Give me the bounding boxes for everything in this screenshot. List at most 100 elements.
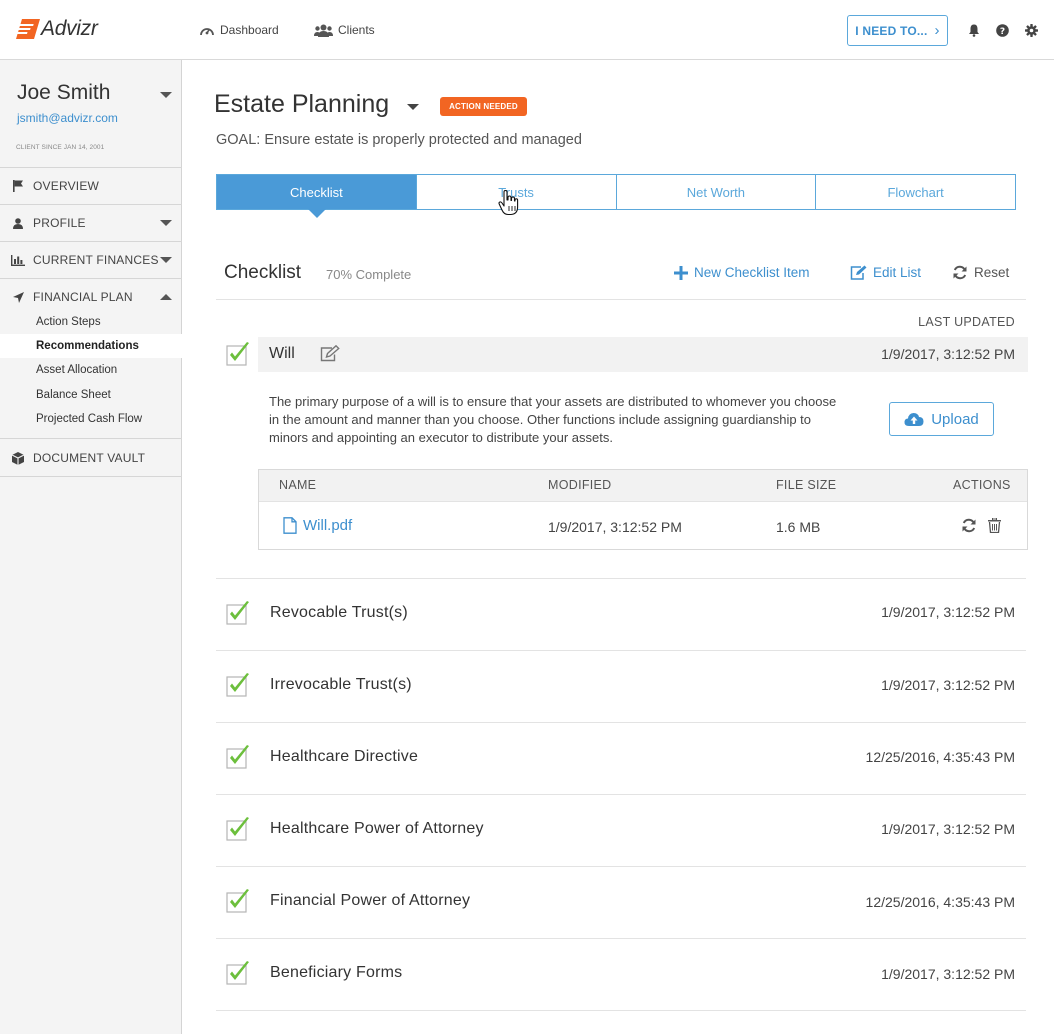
sidebar-item-label: CURRENT FINANCES	[33, 253, 159, 267]
plus-icon	[674, 265, 688, 280]
goal-text: GOAL: Ensure estate is properly protecte…	[216, 132, 582, 148]
refresh-icon	[953, 265, 967, 280]
cube-icon	[11, 451, 25, 465]
flag-icon	[11, 179, 25, 193]
column-header-modified[interactable]: MODIFIED	[548, 478, 612, 492]
column-header-name[interactable]: NAME	[279, 478, 316, 492]
tab-flowchart[interactable]: Flowchart	[816, 175, 1015, 209]
checkmark-icon[interactable]	[226, 745, 250, 769]
help-icon[interactable]: ?	[995, 23, 1009, 37]
checkmark-icon[interactable]	[226, 601, 250, 625]
files-table: NAME MODIFIED FILE SIZE ACTIONS Will.pdf…	[258, 469, 1028, 550]
nav-clients-label: Clients	[338, 23, 375, 37]
checklist-item-name: Healthcare Directive	[270, 748, 419, 765]
client-since: CLIENT SINCE JAN 14, 2001	[16, 144, 105, 151]
checklist-item-date: 12/25/2016, 4:35:43 PM	[865, 749, 1015, 765]
checklist-item-name: Beneficiary Forms	[270, 964, 403, 981]
sidebar-item-profile[interactable]: PROFILE	[0, 205, 182, 241]
checkmark-icon[interactable]	[226, 342, 250, 366]
cloud-upload-icon	[904, 412, 924, 426]
reset-label: Reset	[974, 265, 1010, 280]
file-size: 1.6 MB	[776, 519, 821, 535]
checkmark-icon[interactable]	[226, 817, 250, 841]
checklist-item-date: 1/9/2017, 3:12:52 PM	[881, 966, 1015, 982]
chevron-down-icon	[160, 257, 172, 263]
app-logo[interactable]: Advizr	[16, 17, 98, 41]
i-need-to-button[interactable]: I NEED TO... ›	[847, 15, 948, 46]
sidebar-subitem-action-steps[interactable]: Action Steps	[0, 310, 182, 334]
divider	[216, 794, 1026, 795]
sidebar-subitem-balance-sheet[interactable]: Balance Sheet	[0, 383, 182, 407]
sidebar-item-label: OVERVIEW	[33, 179, 100, 193]
top-bar: Advizr Dashboard Clients I NEED TO... › …	[0, 0, 1054, 60]
sidebar-item-label: FINANCIAL PLAN	[33, 290, 133, 304]
logo-text: Advizr	[41, 17, 98, 40]
sidebar-subitem-asset-allocation[interactable]: Asset Allocation	[0, 358, 182, 382]
tab-checklist[interactable]: Checklist	[217, 175, 417, 209]
edit-list-label: Edit List	[873, 265, 922, 280]
upload-label: Upload	[931, 410, 979, 428]
nav-clients[interactable]: Clients	[314, 23, 375, 37]
new-checklist-item-button[interactable]: New Checklist Item	[674, 265, 810, 280]
user-icon	[11, 216, 25, 230]
files-table-header: NAME MODIFIED FILE SIZE ACTIONS	[259, 470, 1027, 502]
checklist-item-date: 1/9/2017, 3:12:52 PM	[881, 677, 1015, 693]
bell-icon[interactable]	[967, 23, 981, 37]
replace-file-icon[interactable]	[961, 518, 977, 533]
checklist-item-date: 1/9/2017, 3:12:52 PM	[881, 346, 1015, 362]
nav-dashboard-label: Dashboard	[220, 23, 279, 37]
client-name: Joe Smith	[17, 81, 111, 104]
checklist-item-name: Will	[269, 345, 295, 362]
checklist-item-name: Financial Power of Attorney	[270, 892, 471, 909]
chevron-up-icon	[160, 294, 172, 300]
sidebar-item-label: DOCUMENT VAULT	[33, 451, 146, 465]
nav-dashboard[interactable]: Dashboard	[199, 23, 279, 37]
checklist-item-name: Revocable Trust(s)	[270, 604, 408, 621]
logo-icon	[16, 19, 40, 39]
checkmark-icon[interactable]	[226, 961, 250, 985]
upload-button[interactable]: Upload	[889, 402, 994, 436]
checklist-item-description: The primary purpose of a will is to ensu…	[269, 394, 837, 445]
checklist-item-name: Healthcare Power of Attorney	[270, 820, 484, 837]
reset-button[interactable]: Reset	[952, 265, 1009, 280]
checklist-progress: 70% Complete	[326, 267, 412, 282]
column-header-actions: ACTIONS	[953, 478, 1011, 492]
client-email[interactable]: jsmith@advizr.com	[17, 111, 118, 125]
status-badge: ACTION NEEDED	[440, 97, 527, 116]
edit-list-button[interactable]: Edit List	[850, 265, 921, 280]
file-actions	[961, 518, 1001, 533]
trash-icon[interactable]	[988, 518, 1001, 533]
tab-net-worth[interactable]: Net Worth	[616, 175, 817, 209]
sidebar-item-current-finances[interactable]: CURRENT FINANCES	[0, 242, 182, 278]
sidebar-item-overview[interactable]: OVERVIEW	[0, 168, 182, 204]
page-title: Estate Planning	[214, 90, 390, 118]
checkmark-icon[interactable]	[226, 673, 250, 697]
client-dropdown-icon[interactable]	[160, 92, 172, 98]
last-updated-header: LAST UPDATED	[918, 315, 1015, 329]
file-link[interactable]: Will.pdf	[283, 517, 352, 534]
checklist-item-date: 1/9/2017, 3:12:52 PM	[881, 604, 1015, 620]
chevron-down-icon[interactable]	[407, 104, 419, 110]
divider	[0, 438, 182, 439]
gauge-icon	[200, 28, 214, 36]
sidebar-subitem-recommendations[interactable]: Recommendations	[0, 334, 182, 358]
chevron-right-icon: ›	[934, 22, 940, 39]
users-icon	[314, 24, 333, 37]
sidebar-subitem-projected-cash-flow[interactable]: Projected Cash Flow	[0, 407, 182, 431]
divider	[216, 866, 1026, 867]
location-arrow-icon	[11, 290, 25, 304]
sidebar: Joe Smith jsmith@advizr.com CLIENT SINCE…	[0, 60, 182, 1034]
checkmark-icon[interactable]	[226, 889, 250, 913]
tab-bar: Checklist Trusts Net Worth Flowchart	[216, 174, 1016, 210]
edit-icon	[850, 265, 867, 280]
sidebar-item-document-vault[interactable]: DOCUMENT VAULT	[0, 440, 182, 476]
column-header-file-size[interactable]: FILE SIZE	[776, 478, 836, 492]
sidebar-item-label: PROFILE	[33, 216, 86, 230]
gear-icon[interactable]	[1024, 23, 1038, 37]
checklist-title: Checklist	[224, 262, 302, 283]
divider	[216, 722, 1026, 723]
divider	[0, 476, 182, 477]
edit-icon[interactable]	[320, 345, 340, 362]
checklist-item-date: 1/9/2017, 3:12:52 PM	[881, 821, 1015, 837]
divider	[216, 938, 1026, 939]
